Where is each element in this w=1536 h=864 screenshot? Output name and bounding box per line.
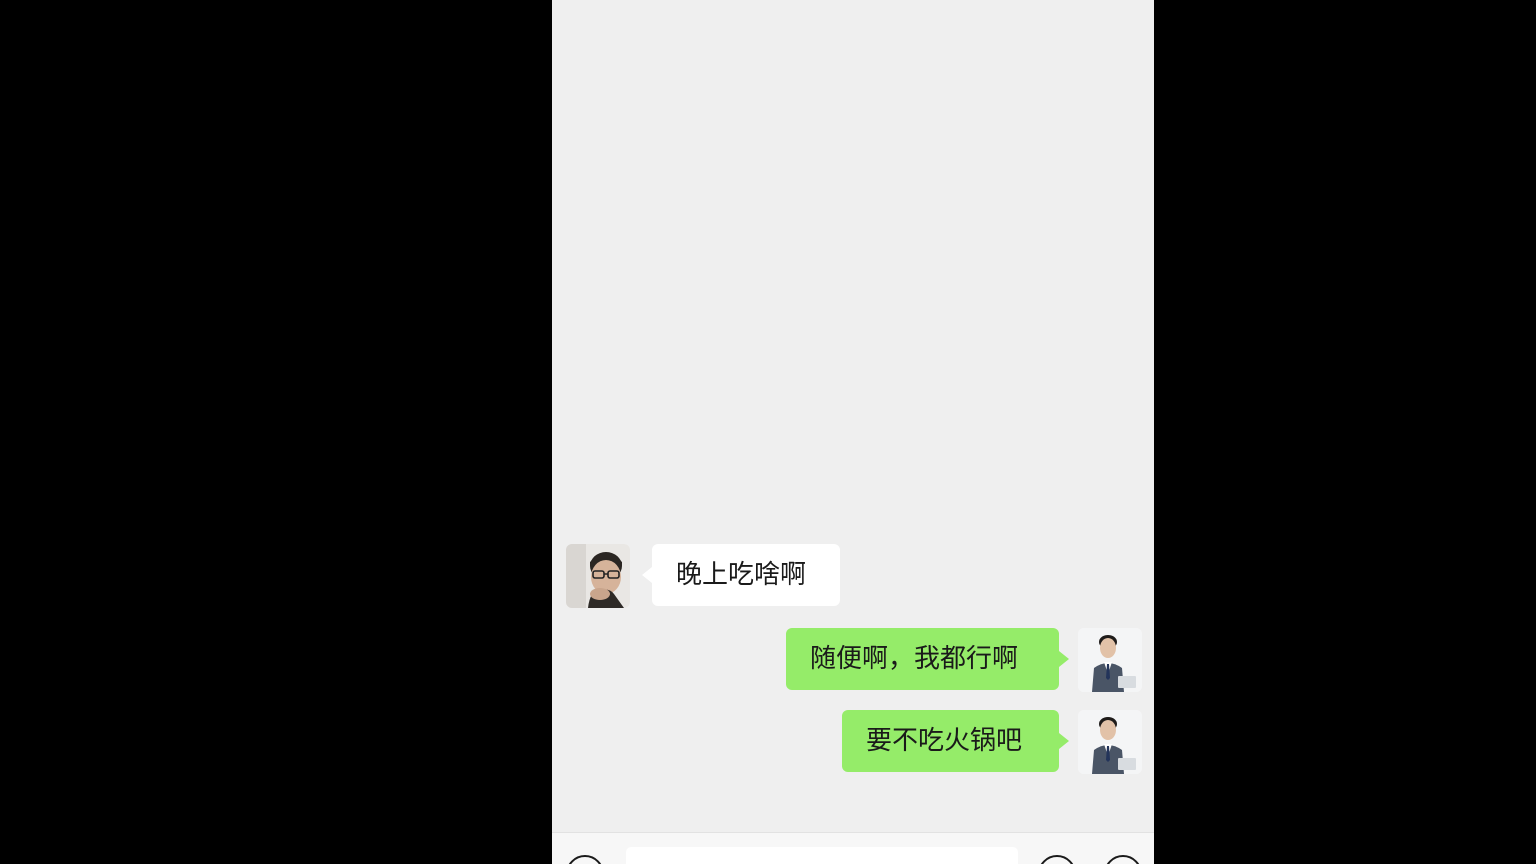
voice-icon[interactable]: [566, 855, 604, 864]
message-text: 要不吃火锅吧: [866, 726, 1023, 756]
person-suit-avatar-icon: [1078, 628, 1142, 692]
message-text: 晚上吃啥啊: [676, 560, 807, 590]
emoji-icon[interactable]: [1038, 855, 1076, 864]
message-list[interactable]: 晚上吃啥啊 随便啊，我都行啊 要不吃火锅吧: [552, 0, 1154, 832]
person-suit-avatar-icon: [1078, 710, 1142, 774]
letterbox-right: [1154, 0, 1536, 864]
my-avatar[interactable]: [1078, 710, 1142, 774]
message-bubble-outgoing[interactable]: 随便啊，我都行啊: [786, 628, 1069, 690]
contact-avatar[interactable]: [566, 544, 630, 608]
add-icon[interactable]: [1104, 855, 1142, 864]
message-text: 随便啊，我都行啊: [810, 644, 1019, 674]
message-bubble-outgoing[interactable]: 要不吃火锅吧: [842, 710, 1069, 772]
chat-screen: 晚上吃啥啊 随便啊，我都行啊 要不吃火锅吧: [552, 0, 1154, 864]
person-glasses-avatar-icon: [566, 544, 630, 608]
message-input[interactable]: [626, 847, 1018, 864]
letterbox-left: [0, 0, 552, 864]
message-bubble-incoming[interactable]: 晚上吃啥啊: [642, 544, 840, 606]
my-avatar[interactable]: [1078, 628, 1142, 692]
input-bar: [552, 832, 1154, 864]
